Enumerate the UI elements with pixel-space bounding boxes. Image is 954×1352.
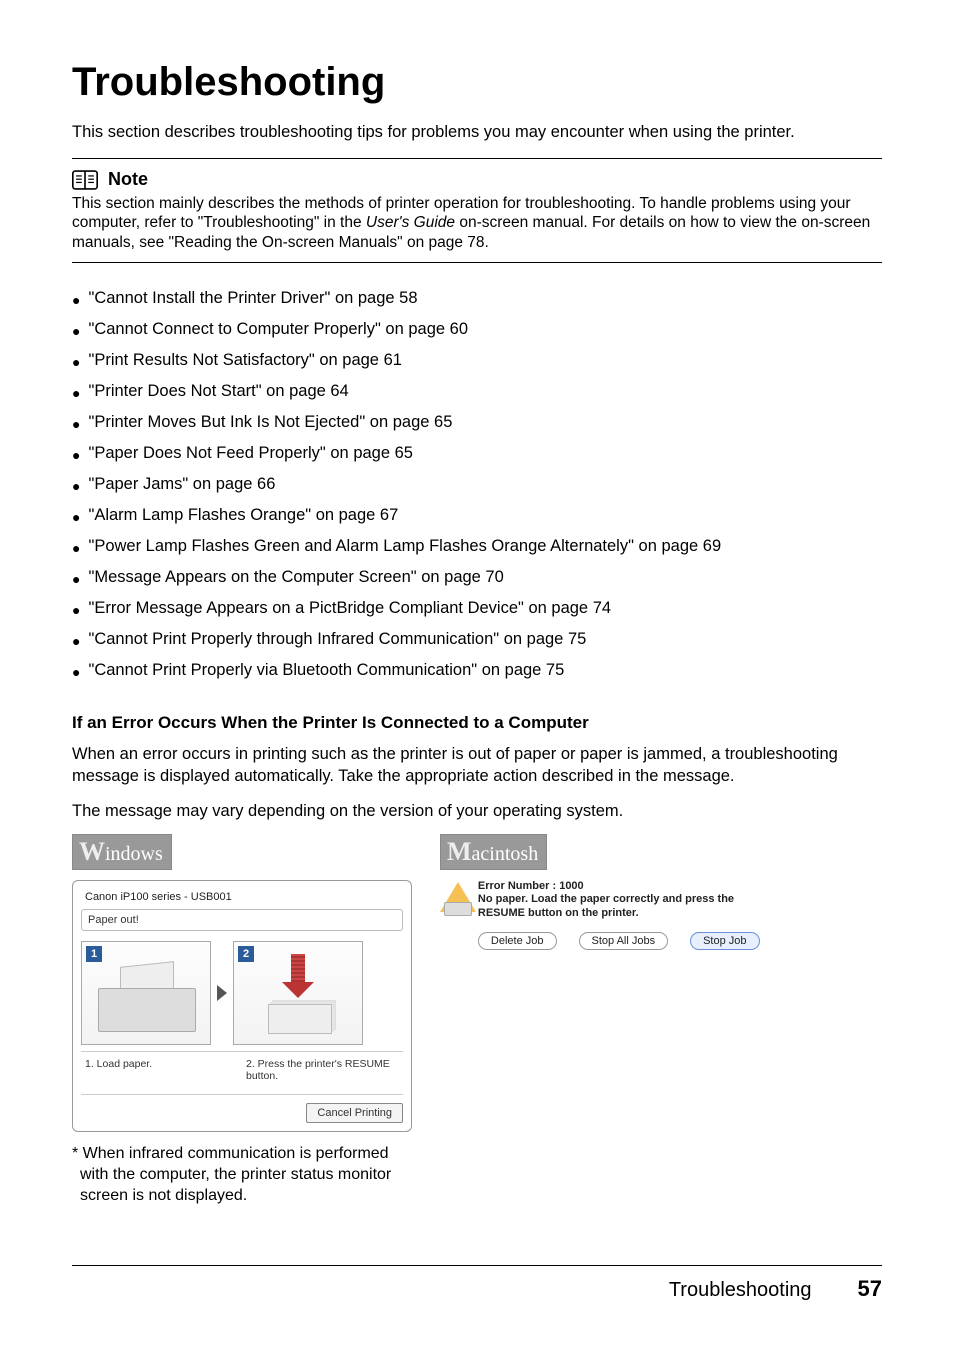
os-examples-row: Windows Canon iP100 series - USB001 Pape… (72, 834, 882, 1206)
toc-item: ● "Alarm Lamp Flashes Orange" on page 67 (72, 506, 882, 528)
bullet-icon: ● (72, 568, 80, 590)
warning-printer-icon (440, 880, 466, 916)
toc-item: ● "Paper Does Not Feed Properly" on page … (72, 444, 882, 466)
toc-item: ● "Print Results Not Satisfactory" on pag… (72, 351, 882, 373)
macintosh-dialog: Error Number : 1000 No paper. Load the p… (440, 880, 780, 951)
windows-column: Windows Canon iP100 series - USB001 Pape… (72, 834, 412, 1206)
windows-footnote: * When infrared communication is perform… (72, 1144, 402, 1206)
macintosh-error-text: Error Number : 1000 No paper. Load the p… (478, 880, 780, 951)
page-title: Troubleshooting (72, 60, 882, 105)
toc-text[interactable]: "Printer Moves But Ink Is Not Ejected" o… (88, 413, 452, 432)
windows-dialog-title: Canon iP100 series - USB001 (81, 889, 403, 909)
windows-step2-image: 2 (233, 941, 363, 1045)
toc-item: ● "Power Lamp Flashes Green and Alarm Lam… (72, 537, 882, 559)
toc-text[interactable]: "Error Message Appears on a PictBridge C… (88, 599, 611, 618)
bullet-icon: ● (72, 382, 80, 404)
macintosh-column: Macintosh Error Number : 1000 No paper. … (440, 834, 780, 1206)
paper-illustration (268, 1004, 332, 1034)
bullet-icon: ● (72, 289, 80, 311)
toc-text[interactable]: "Cannot Print Properly through Infrared … (88, 630, 586, 649)
toc-item: ● "Cannot Print Properly via Bluetooth Co… (72, 661, 882, 683)
windows-badge: Windows (72, 834, 172, 870)
toc-list: ● "Cannot Install the Printer Driver" on … (72, 289, 882, 683)
footer-section: Troubleshooting (669, 1279, 812, 1302)
bullet-icon: ● (72, 351, 80, 373)
bullet-icon: ● (72, 413, 80, 435)
bullet-icon: ● (72, 537, 80, 559)
windows-step-images: 1 2 (81, 941, 403, 1045)
bullet-icon: ● (72, 475, 80, 497)
note-block: Note This section mainly describes the m… (72, 158, 882, 263)
error-number: Error Number : 1000 (478, 880, 780, 892)
arrow-down-icon (282, 954, 314, 998)
toc-item: ● "Printer Does Not Start" on page 64 (72, 382, 882, 404)
windows-button-row: Cancel Printing (81, 1094, 403, 1123)
toc-item: ● "Paper Jams" on page 66 (72, 475, 882, 497)
macintosh-badge: Macintosh (440, 834, 547, 870)
note-icon (72, 170, 98, 190)
footer-page-number: 57 (858, 1276, 882, 1302)
toc-text[interactable]: "Power Lamp Flashes Green and Alarm Lamp… (88, 537, 721, 556)
toc-item: ● "Cannot Install the Printer Driver" on … (72, 289, 882, 311)
stop-job-button[interactable]: Stop Job (690, 932, 759, 950)
note-body: This section mainly describes the method… (72, 194, 882, 252)
toc-item: ● "Message Appears on the Computer Screen… (72, 568, 882, 590)
windows-caption-1: 1. Load paper. (81, 1056, 242, 1084)
arrow-right-icon (217, 985, 227, 1001)
toc-text[interactable]: "Cannot Install the Printer Driver" on p… (88, 289, 417, 308)
paragraph: The message may vary depending on the ve… (72, 800, 882, 822)
subheading: If an Error Occurs When the Printer Is C… (72, 713, 882, 733)
windows-dialog: Canon iP100 series - USB001 Paper out! 1… (72, 880, 412, 1132)
bullet-icon: ● (72, 630, 80, 652)
delete-job-button[interactable]: Delete Job (478, 932, 557, 950)
windows-step1-image: 1 (81, 941, 211, 1045)
error-message: No paper. Load the paper correctly and p… (478, 893, 780, 921)
printer-illustration (98, 988, 196, 1032)
windows-paperout-field: Paper out! (81, 909, 403, 931)
toc-item: ● "Cannot Print Properly through Infrared… (72, 630, 882, 652)
note-header: Note (72, 169, 882, 190)
bullet-icon: ● (72, 444, 80, 466)
cancel-printing-button[interactable]: Cancel Printing (306, 1103, 403, 1123)
step-number-badge: 1 (86, 946, 102, 962)
windows-caption-2: 2. Press the printer's RESUME button. (242, 1056, 403, 1084)
paragraph: When an error occurs in printing such as… (72, 743, 882, 788)
macintosh-badge-text: acintosh (472, 843, 539, 865)
toc-item: ● "Cannot Connect to Computer Properly" o… (72, 320, 882, 342)
toc-text[interactable]: "Printer Does Not Start" on page 64 (88, 382, 348, 401)
note-body-em: User's Guide (366, 214, 455, 231)
windows-captions: 1. Load paper. 2. Press the printer's RE… (81, 1051, 403, 1084)
toc-text[interactable]: "Print Results Not Satisfactory" on page… (88, 351, 401, 370)
page-footer: Troubleshooting 57 (72, 1265, 882, 1302)
bullet-icon: ● (72, 599, 80, 621)
bullet-icon: ● (72, 320, 80, 342)
toc-text[interactable]: "Message Appears on the Computer Screen"… (88, 568, 503, 587)
toc-text[interactable]: "Paper Does Not Feed Properly" on page 6… (88, 444, 413, 463)
bullet-icon: ● (72, 661, 80, 683)
intro-text: This section describes troubleshooting t… (72, 123, 882, 142)
toc-text[interactable]: "Paper Jams" on page 66 (88, 475, 275, 494)
toc-item: ● "Printer Moves But Ink Is Not Ejected" … (72, 413, 882, 435)
step-number-badge: 2 (238, 946, 254, 962)
toc-item: ● "Error Message Appears on a PictBridge … (72, 599, 882, 621)
toc-text[interactable]: "Cannot Print Properly via Bluetooth Com… (88, 661, 564, 680)
toc-text[interactable]: "Cannot Connect to Computer Properly" on… (88, 320, 468, 339)
note-title: Note (108, 169, 148, 190)
bullet-icon: ● (72, 506, 80, 528)
stop-all-jobs-button[interactable]: Stop All Jobs (579, 932, 669, 950)
toc-text[interactable]: "Alarm Lamp Flashes Orange" on page 67 (88, 506, 398, 525)
macintosh-button-row: Delete Job Stop All Jobs Stop Job (478, 932, 780, 950)
windows-badge-text: indows (105, 843, 163, 865)
